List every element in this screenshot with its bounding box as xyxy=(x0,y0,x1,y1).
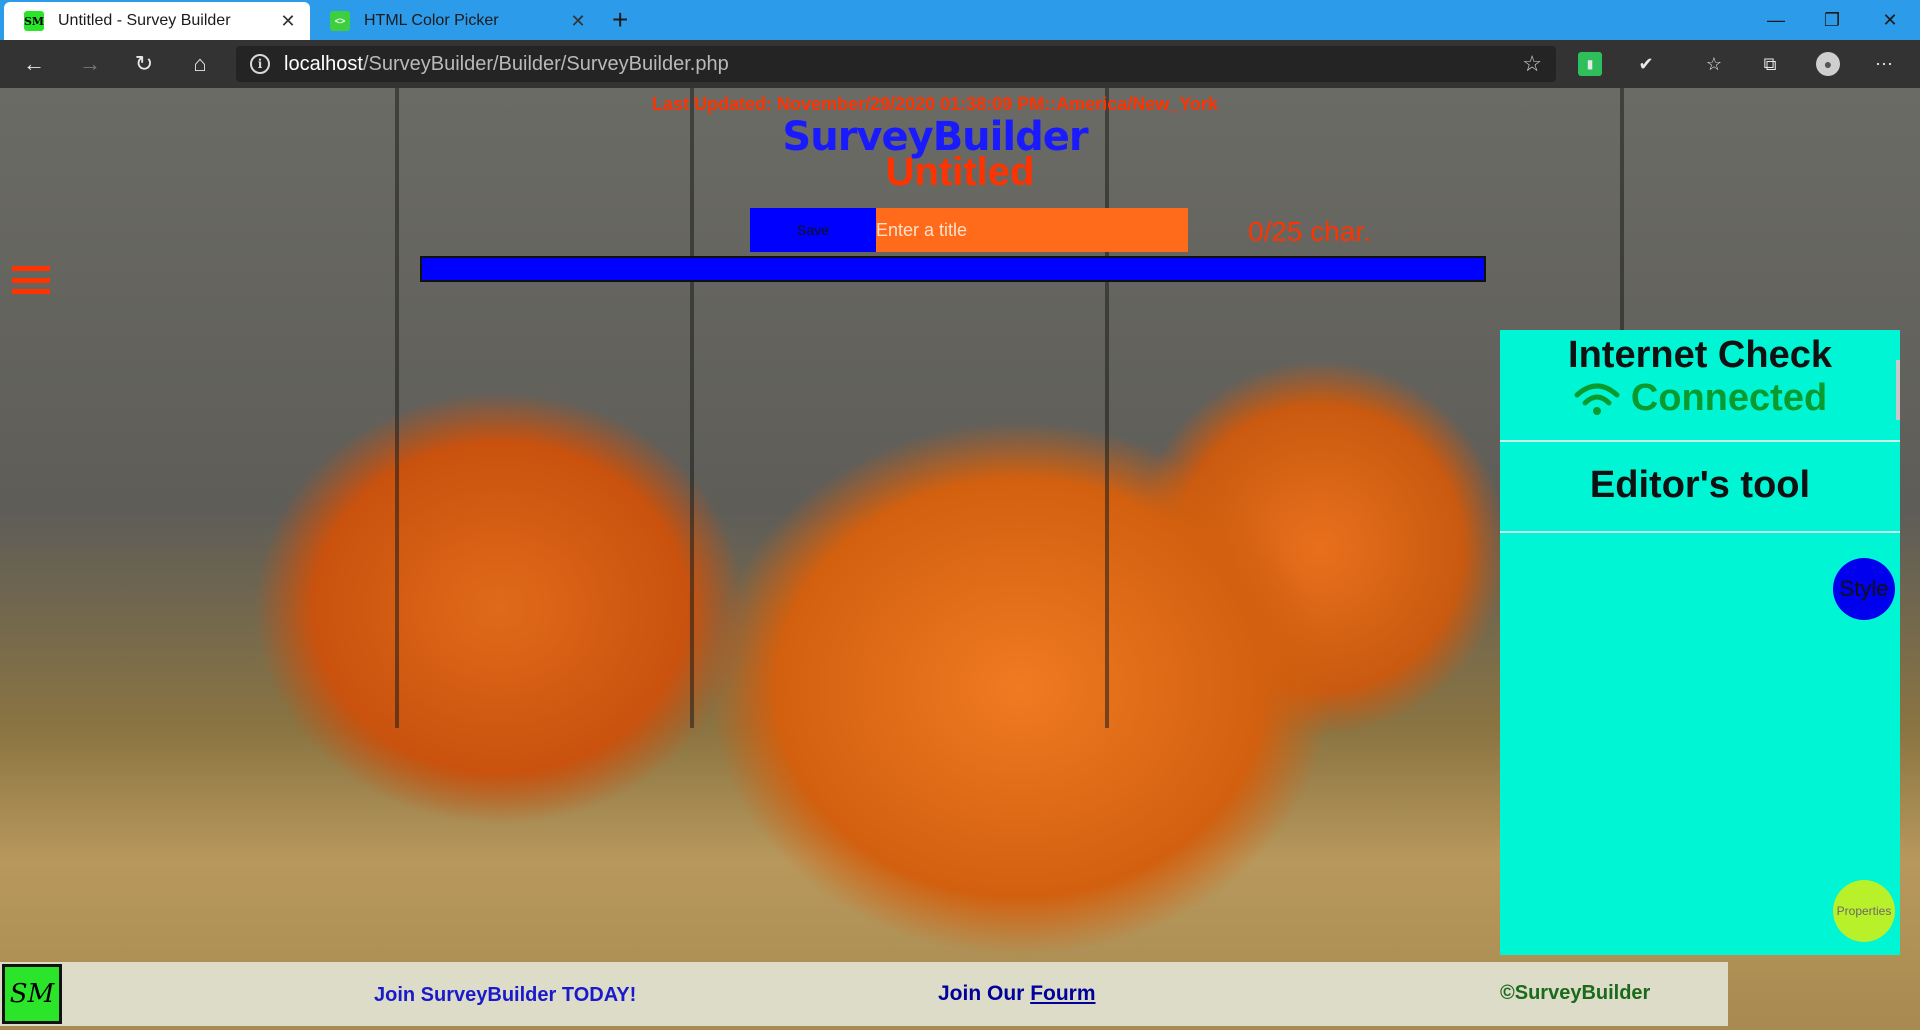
new-tab-icon[interactable]: + xyxy=(612,4,628,36)
survey-builder-bar xyxy=(420,256,1486,282)
hamburger-line xyxy=(12,277,50,283)
properties-button[interactable]: Properties xyxy=(1833,880,1895,942)
home-icon[interactable]: ⌂ xyxy=(180,44,220,84)
forum-text: Join Our Fourm xyxy=(938,982,1096,1006)
address-bar: ← → ↻ ⌂ i localhost /SurveyBuilder/Build… xyxy=(0,40,1920,88)
hamburger-line xyxy=(12,289,50,294)
copyright-text: ©SurveyBuilder xyxy=(1500,982,1651,1004)
profile-icon[interactable]: ● xyxy=(1816,52,1840,76)
refresh-icon[interactable]: ↻ xyxy=(124,44,164,84)
collections-icon[interactable]: ⧉ xyxy=(1758,52,1782,76)
more-icon[interactable]: ⋯ xyxy=(1872,52,1896,76)
last-updated-text: Last Updated: November/29/2020 01:38:09 … xyxy=(652,94,1218,114)
window-close-icon[interactable]: ✕ xyxy=(1862,0,1918,40)
forum-prefix: Join Our xyxy=(938,982,1031,1005)
tab-title: HTML Color Picker xyxy=(364,12,499,29)
forward-arrow-icon[interactable]: → xyxy=(70,44,110,84)
info-icon[interactable]: i xyxy=(250,54,270,74)
page-title: Untitled xyxy=(885,150,1035,194)
tab-color-picker[interactable]: <> HTML Color Picker ✕ xyxy=(310,2,600,40)
restore-icon[interactable]: ❐ xyxy=(1804,0,1860,40)
survey-builder-favicon-icon: SM xyxy=(24,11,44,31)
close-icon[interactable]: ✕ xyxy=(568,11,588,32)
editor-tool-title: Editor's tool xyxy=(1589,464,1811,506)
char-count: 0/25 char. xyxy=(1248,216,1371,247)
hamburger-menu-icon[interactable] xyxy=(12,266,50,294)
connection-status: Connected xyxy=(1500,377,1900,440)
save-button[interactable]: Save xyxy=(750,208,876,252)
tab-survey-builder[interactable]: SM Untitled - Survey Builder ✕ xyxy=(4,2,310,40)
extension-icon[interactable]: ▮ xyxy=(1578,52,1602,76)
hamburger-line xyxy=(12,266,50,271)
url-host: localhost xyxy=(284,52,363,75)
back-arrow-icon[interactable]: ← xyxy=(14,44,54,84)
url-field[interactable]: i localhost /SurveyBuilder/Builder/Surve… xyxy=(236,46,1556,82)
wifi-icon xyxy=(1574,383,1620,415)
internet-check-section: Internet Check Connected xyxy=(1500,330,1900,442)
panel-scrollbar[interactable] xyxy=(1896,360,1900,420)
page-viewport: Last Updated: November/29/2020 01:38:09 … xyxy=(0,88,1920,1030)
color-picker-favicon-icon: <> xyxy=(330,11,350,31)
footer-logo: SM xyxy=(2,964,62,1024)
shield-check-icon[interactable]: ✔ xyxy=(1634,52,1658,76)
style-button[interactable]: Style xyxy=(1833,558,1895,620)
tab-title: Untitled - Survey Builder xyxy=(58,12,231,29)
title-input[interactable] xyxy=(876,208,1188,252)
connection-status-label: Connected xyxy=(1630,377,1828,419)
footer: SM Join SurveyBuilder TODAY! Join Our Fo… xyxy=(0,962,1728,1026)
forum-link[interactable]: Fourm xyxy=(1030,982,1095,1005)
editor-tool-section: Editor's tool xyxy=(1500,442,1900,533)
editor-side-panel: Internet Check Connected Editor's tool S… xyxy=(1500,330,1900,955)
join-link[interactable]: Join SurveyBuilder TODAY! xyxy=(374,984,636,1007)
close-icon[interactable]: ✕ xyxy=(278,11,298,32)
favorites-list-icon[interactable]: ☆ xyxy=(1702,52,1726,76)
url-path: /SurveyBuilder/Builder/SurveyBuilder.php xyxy=(362,52,729,75)
minimize-icon[interactable]: — xyxy=(1748,0,1804,40)
tab-bar: SM Untitled - Survey Builder ✕ <> HTML C… xyxy=(0,0,1920,40)
star-icon[interactable]: ☆ xyxy=(1522,51,1542,77)
internet-check-title: Internet Check xyxy=(1568,334,1832,376)
